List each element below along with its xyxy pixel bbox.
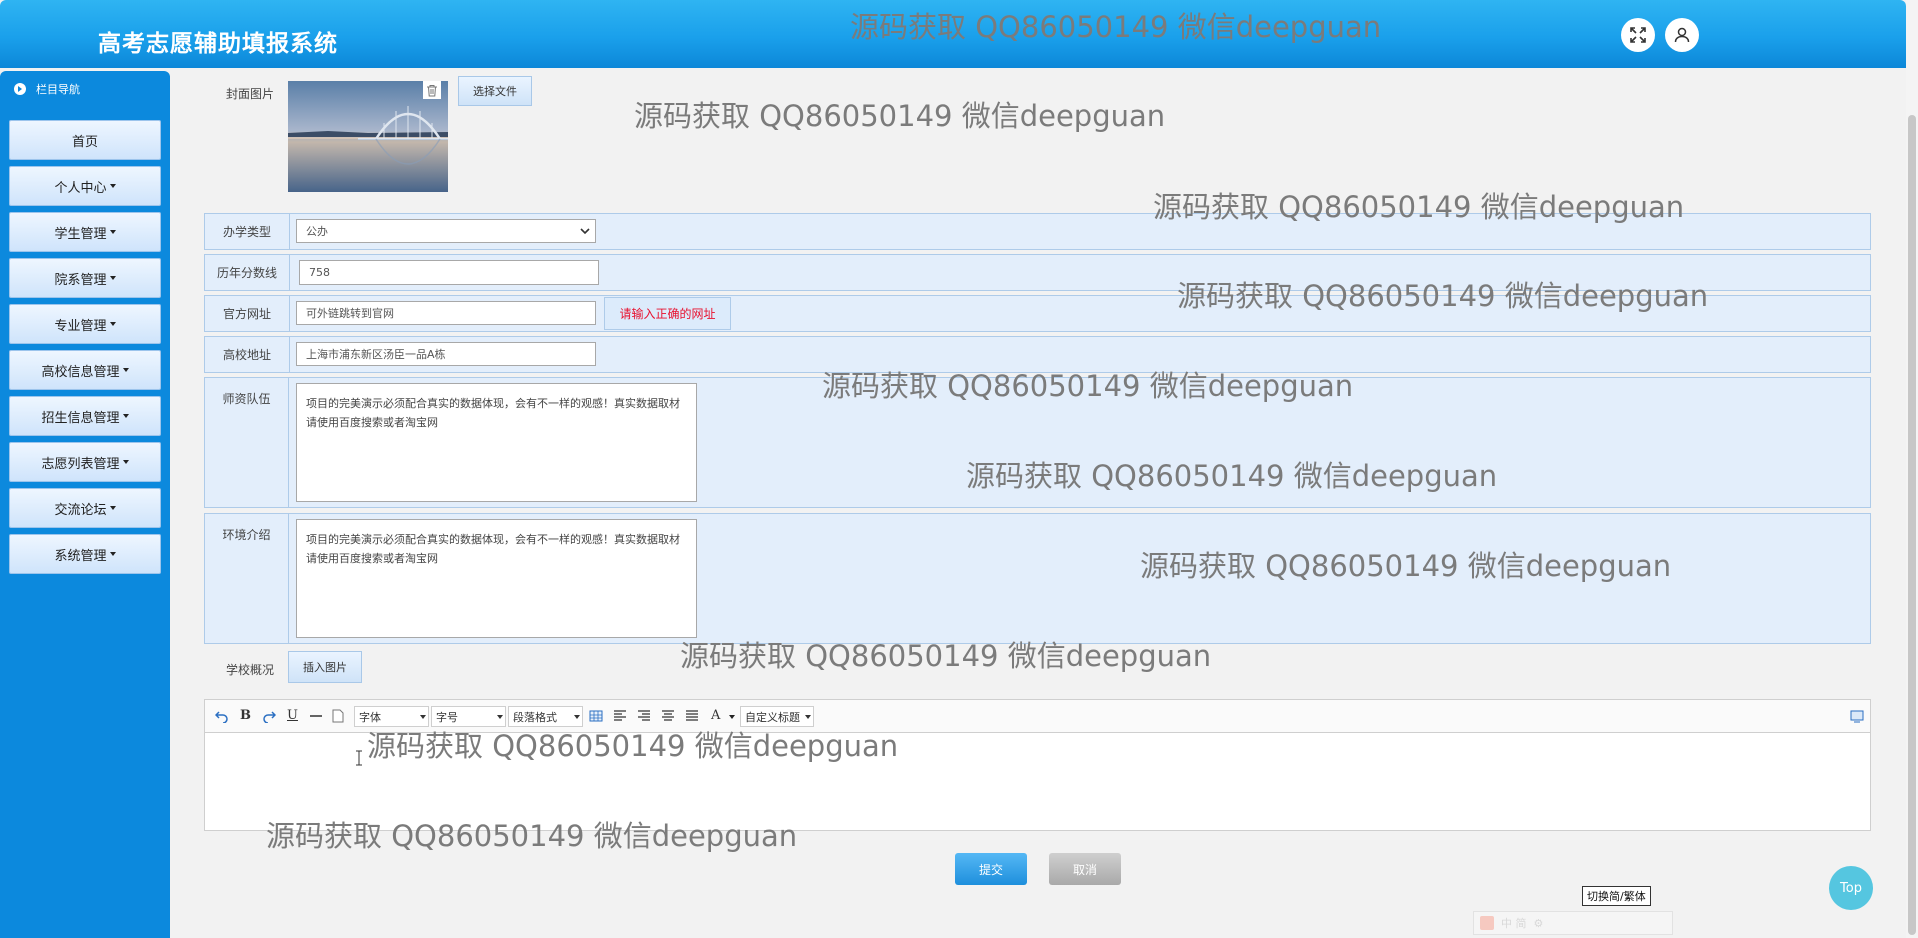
caret-down-icon (109, 552, 116, 556)
sidebar-item-label: 学生管理 (54, 226, 107, 242)
underline-button[interactable]: U (287, 709, 298, 723)
sidebar-item-students[interactable]: 学生管理 (9, 212, 161, 252)
sidebar-item-label: 系统管理 (54, 548, 107, 564)
watermark-text: 源码获取 QQ86050149 微信deepguan (634, 99, 1166, 133)
back-to-top-button[interactable]: Top (1829, 866, 1873, 910)
scrollbar-thumb[interactable] (1908, 115, 1916, 935)
caret-down-icon (109, 276, 116, 280)
sidebar-item-label: 高校信息管理 (41, 364, 120, 380)
document-icon[interactable] (332, 709, 344, 723)
nav-arrow-icon (14, 83, 26, 95)
environment-textarea[interactable]: 项目的完美演示必须配合真实的数据体现，会有不一样的观感！真实数据取材请使用百度搜… (296, 519, 697, 638)
ime-logo-icon (1480, 916, 1494, 930)
choose-file-button[interactable]: 选择文件 (458, 76, 532, 106)
watermark-text: 源码获取 QQ86050149 微信deepguan (1140, 549, 1672, 583)
website-label: 官方网址 (205, 296, 290, 331)
align-left-icon[interactable] (613, 709, 627, 723)
sidebar-item-label: 院系管理 (54, 272, 107, 288)
align-right-icon[interactable] (637, 709, 651, 723)
table-icon[interactable] (589, 709, 603, 723)
undo-icon[interactable] (215, 709, 229, 723)
sidebar-item-admissions[interactable]: 招生信息管理 (9, 396, 161, 436)
sidebar-item-label: 首页 (71, 134, 98, 150)
user-button[interactable] (1665, 18, 1699, 52)
watermark-text: 源码获取 QQ86050149 微信deepguan (966, 459, 1498, 493)
ime-toolbar[interactable]: 中 简 ⚙ (1473, 911, 1673, 935)
sidebar-item-label: 招生信息管理 (41, 410, 120, 426)
sidebar-item-label: 志愿列表管理 (41, 456, 120, 472)
address-label: 高校地址 (205, 337, 290, 372)
address-input[interactable]: 上海市浦东新区汤臣一品A栋 (296, 342, 596, 366)
font-color-button[interactable]: A (711, 709, 720, 723)
text-cursor-icon (356, 750, 362, 766)
caret-down-icon (109, 230, 116, 234)
delete-image-button[interactable] (423, 81, 441, 99)
caret-down-icon (122, 460, 129, 464)
user-icon (1674, 27, 1690, 43)
caret-down-icon (122, 414, 129, 418)
watermark-text: 源码获取 QQ86050149 微信deepguan (367, 729, 899, 763)
submit-button[interactable]: 提交 (955, 853, 1027, 885)
align-justify-icon[interactable] (685, 709, 699, 723)
app-title: 高考志愿辅助填报系统 (98, 31, 338, 57)
sidebar-item-applications[interactable]: 志愿列表管理 (9, 442, 161, 482)
sidebar-item-label: 个人中心 (54, 180, 107, 196)
watermark-text: 源码获取 QQ86050149 微信deepguan (822, 369, 1354, 403)
sidebar-item-forum[interactable]: 交流论坛 (9, 488, 161, 528)
sidebar-header: 栏目导航 (0, 71, 170, 107)
caret-down-icon (109, 322, 116, 326)
faculty-textarea[interactable]: 项目的完美演示必须配合真实的数据体现，会有不一样的观感！真实数据取材请使用百度搜… (296, 383, 697, 502)
cancel-button[interactable]: 取消 (1049, 853, 1121, 885)
align-center-icon[interactable] (661, 709, 675, 723)
sidebar-item-universities[interactable]: 高校信息管理 (9, 350, 161, 390)
sidebar-item-label: 专业管理 (54, 318, 107, 334)
cover-label: 封面图片 (226, 87, 275, 101)
environment-label: 环境介绍 (205, 514, 289, 643)
sidebar-item-majors[interactable]: 专业管理 (9, 304, 161, 344)
caret-down-icon (109, 184, 116, 188)
page-scrollbar[interactable] (1906, 0, 1918, 938)
bold-button[interactable]: B (240, 709, 251, 723)
ime-settings-icon: ⚙ (1533, 916, 1544, 930)
sidebar: 栏目导航 首页 个人中心 学生管理 院系管理 专业管理 高校信息管理 招生信息管… (0, 71, 170, 938)
sidebar-item-home[interactable]: 首页 (9, 120, 161, 160)
school-type-select[interactable]: 公办 (296, 219, 596, 243)
score-line-input[interactable]: 758 (299, 260, 599, 285)
watermark-text: 源码获取 QQ86050149 微信deepguan (850, 10, 1382, 44)
trash-icon (427, 84, 437, 96)
watermark-text: 源码获取 QQ86050149 微信deepguan (1177, 279, 1709, 313)
fullscreen-editor-icon[interactable] (1850, 709, 1864, 723)
watermark-text: 源码获取 QQ86050149 微信deepguan (266, 819, 798, 853)
ime-mode-label: 中 简 (1501, 917, 1527, 930)
sidebar-item-personal-center[interactable]: 个人中心 (9, 166, 161, 206)
school-type-value: 公办 (306, 225, 328, 238)
language-switch-button[interactable]: 切换简/繁体 (1582, 886, 1651, 906)
sidebar-item-label: 交流论坛 (54, 502, 107, 518)
chevron-down-icon (580, 228, 590, 235)
sidebar-title: 栏目导航 (36, 83, 80, 96)
website-input[interactable]: 可外链跳转到官网 (296, 301, 596, 325)
insert-image-button[interactable]: 插入图片 (288, 651, 362, 683)
watermark-text: 源码获取 QQ86050149 微信deepguan (1153, 190, 1685, 224)
caret-down-icon (122, 368, 129, 372)
sidebar-item-departments[interactable]: 院系管理 (9, 258, 161, 298)
horizontal-rule-icon[interactable] (309, 709, 323, 723)
watermark-text: 源码获取 QQ86050149 微信deepguan (680, 639, 1212, 673)
score-line-label: 历年分数线 (205, 255, 290, 290)
caret-down-icon (109, 506, 116, 510)
school-type-label: 办学类型 (205, 214, 290, 249)
faculty-label: 师资队伍 (205, 378, 289, 507)
caret-down-icon (729, 715, 735, 719)
fullscreen-button[interactable] (1621, 18, 1655, 52)
website-error-message: 请输入正确的网址 (604, 297, 731, 330)
sidebar-item-system[interactable]: 系统管理 (9, 534, 161, 574)
redo-icon[interactable] (262, 709, 276, 723)
expand-icon (1630, 27, 1646, 43)
overview-label: 学校概况 (226, 663, 275, 677)
